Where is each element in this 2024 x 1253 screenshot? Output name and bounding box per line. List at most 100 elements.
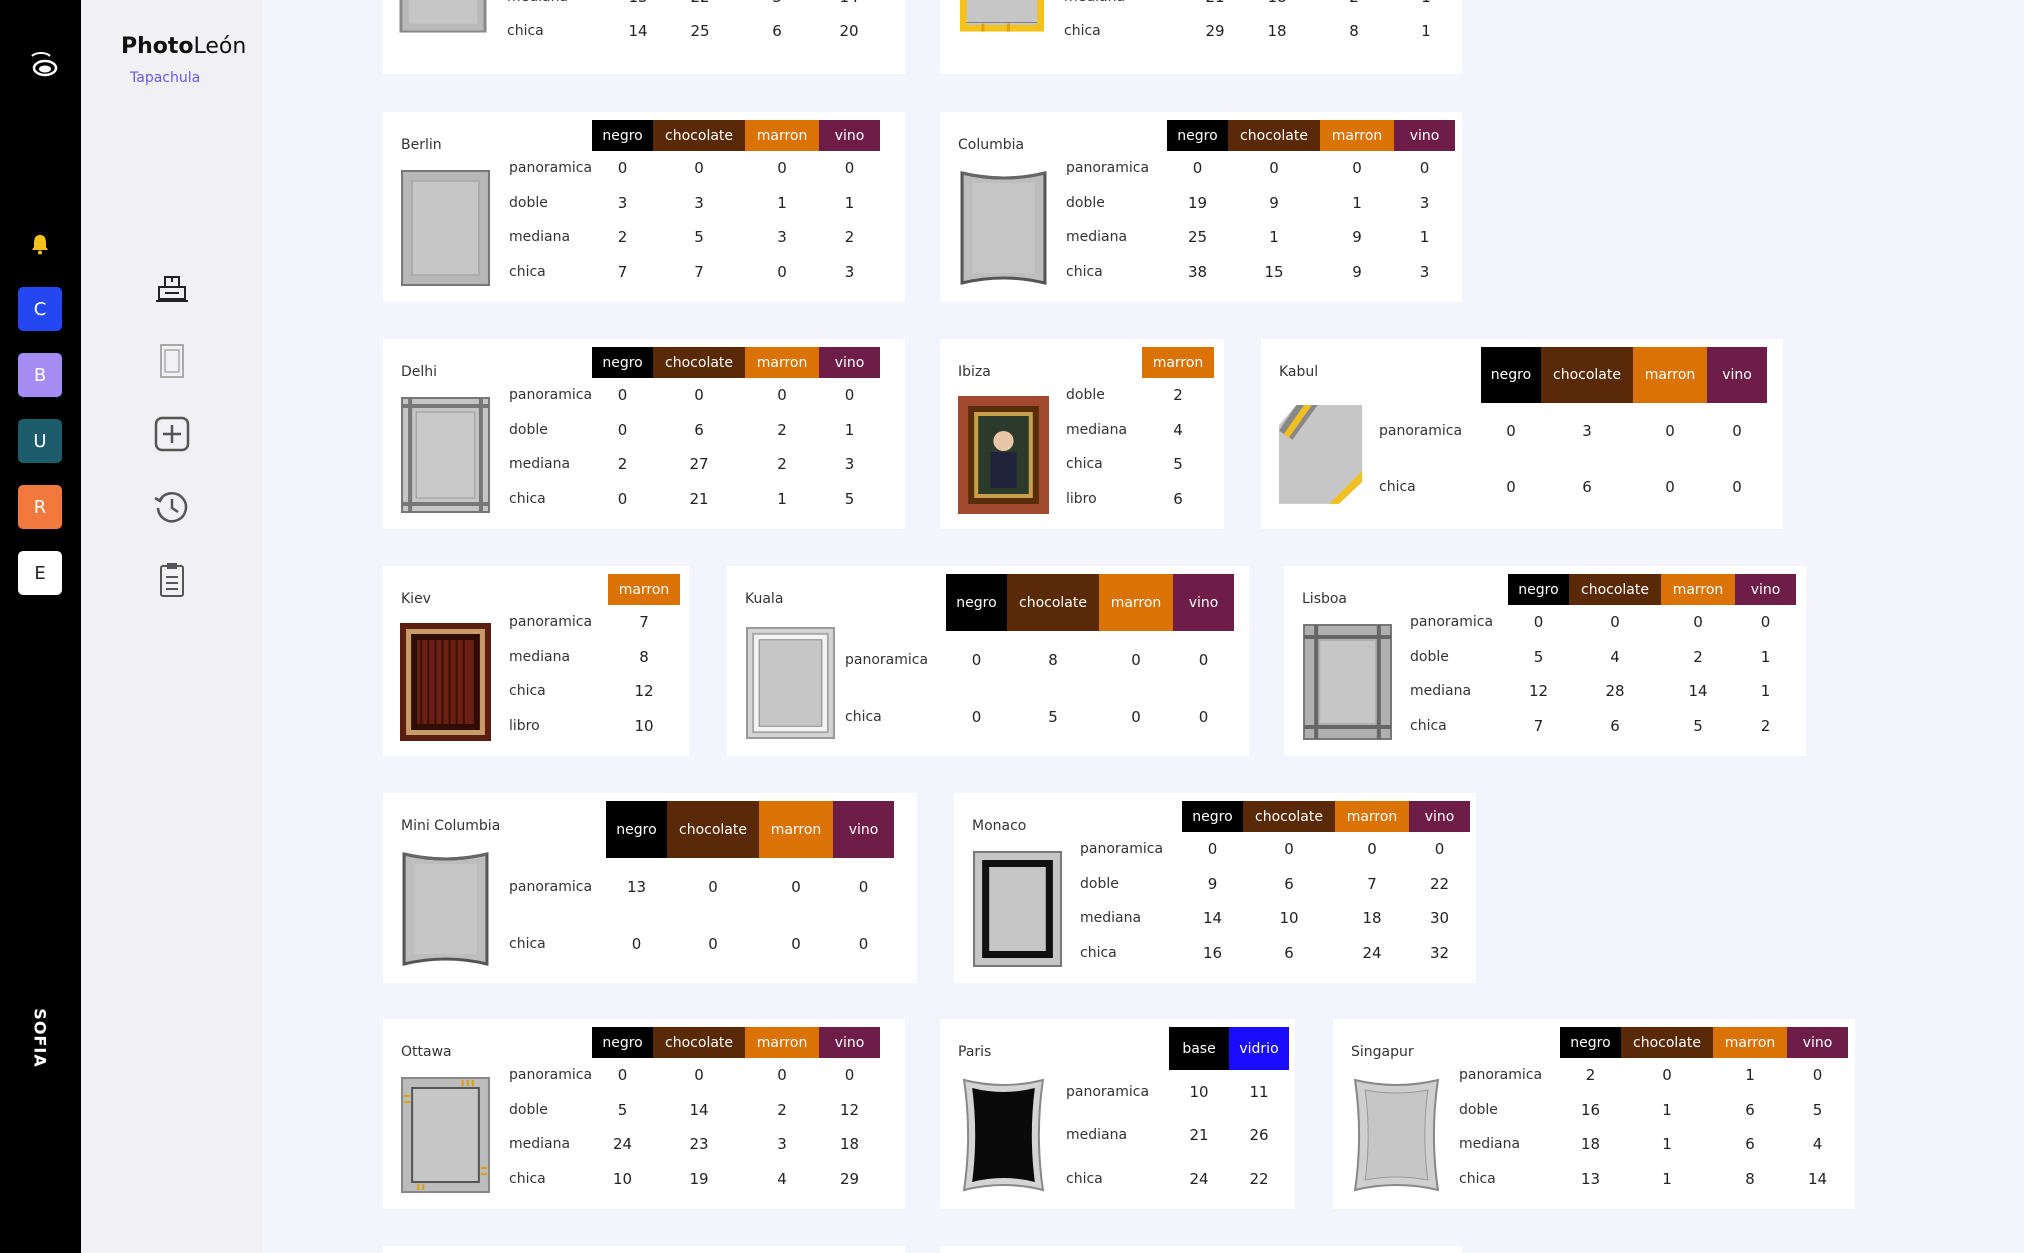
stock-count: 6 [1582,478,1592,496]
stock-count: 2 [777,1100,787,1119]
color-header-marron: marron [1335,801,1409,832]
brand-location: Tapachula [130,70,201,86]
table-row: panoramica 0 8 0 0 [845,631,1234,688]
stock-count: 10 [613,1169,633,1188]
stock-count: 22 [1429,874,1450,893]
stock-count: 8 [1745,1169,1755,1188]
size-label: panoramica [1066,1083,1150,1100]
stock-count: 7 [617,262,628,281]
frame-thumbnail[interactable] [1351,1076,1442,1194]
frame-thumbnail[interactable] [400,169,491,287]
frame-thumbnail[interactable] [958,396,1049,514]
stock-count: 0 [1269,159,1279,178]
table-row: chica 12 [509,674,680,709]
frame-thumbnail[interactable] [1279,405,1366,513]
stock-table: marron doble 2 mediana 4 chica 5 libro 6 [1066,347,1214,516]
user-avatar-c[interactable]: C [18,287,62,331]
user-avatar-u[interactable]: U [18,419,62,463]
table-row: chica 16 6 24 32 [1080,936,1470,971]
stock-count: 6 [1610,716,1620,735]
frame-icon[interactable] [151,340,193,382]
brand-name: PhotoLeón [121,34,247,59]
stock-count: 27 [689,455,709,474]
color-header-chocolate: chocolate [1621,1027,1713,1058]
table-row: mediana 4 [1066,413,1214,448]
frame-thumbnail[interactable] [958,0,1046,58]
color-header-vino: vino [819,1027,881,1058]
add-icon[interactable] [151,413,193,455]
table-row: chica 38 15 9 3 [1066,255,1455,290]
frame-thumbnail[interactable] [1302,623,1393,741]
user-avatar-b[interactable]: B [18,353,62,397]
stock-table: base vidrio panoramica 10 11 mediana 21 26 chica… [1066,1027,1289,1201]
frame-card: Kuala negro chocolate marron vino panoramica 0… [727,566,1249,756]
size-label: chica [509,683,546,700]
user-avatar-r[interactable]: R [18,485,62,529]
history-icon[interactable] [151,486,193,528]
color-header-marron: marron [1633,347,1707,403]
frame-name: Berlin [401,137,442,153]
color-header-chocolate: chocolate [1007,574,1099,631]
bell-icon[interactable] [30,233,50,255]
size-label: mediana [1064,0,1184,14]
stock-count: 3 [844,262,855,281]
stock-count: 0 [858,877,869,896]
frame-thumbnail[interactable] [745,626,836,742]
frame-thumbnail[interactable] [400,850,491,968]
inventory-icon[interactable] [151,267,193,309]
color-header-marron: marron [1320,120,1394,151]
stock-count: 13 [1580,1169,1601,1188]
frame-name: Ibiza [958,364,991,380]
color-header-negro: negro [592,347,654,378]
stock-count: 19 [1187,193,1208,212]
frame-card: Delhi negro chocolate marron vino panoramica 0… [383,339,905,529]
size-label: mediana [509,456,571,473]
size-label: doble [1410,648,1449,665]
user-avatar-e[interactable]: E [18,551,62,595]
frame-thumbnail[interactable] [958,1076,1049,1194]
table-row: chica 0 6 0 0 [1379,459,1767,515]
size-label: chica [509,1170,546,1187]
stock-count: 0 [694,386,704,405]
stock-count: 2 [1173,386,1183,405]
color-header-negro: negro [606,801,667,858]
stock-count: 0 [1192,159,1203,178]
stock-count: 0 [1284,840,1294,859]
color-header-negro: negro [1481,347,1541,403]
frame-thumbnail[interactable] [958,169,1049,287]
stock-count: 29 [1205,22,1225,40]
stock-count: 16 [1202,943,1223,962]
frame-thumbnail[interactable] [399,0,487,58]
size-label: chica [1066,263,1103,280]
size-label: chica [509,263,546,280]
stock-count: 0 [617,159,628,178]
size-label: panoramica [509,1067,593,1084]
color-header-chocolate: chocolate [1569,574,1661,605]
stock-count: 12 [1528,682,1549,701]
frame-thumbnail[interactable] [972,850,1063,968]
size-label: chica [1459,1170,1496,1187]
frame-thumbnail[interactable] [400,623,491,741]
sofia-assistant-button[interactable]: SOFIA [25,1008,55,1067]
frame-name: Singapur [1351,1044,1414,1060]
frame-card: Mini Columbia negro chocolate marron vino pan… [383,793,917,983]
stock-count: 0 [694,1066,704,1085]
color-header-vino: vino [1787,1027,1848,1058]
stock-count: 0 [1760,613,1771,632]
stock-count: 9 [1352,228,1362,247]
logo-swirl-icon[interactable] [28,50,58,78]
list-icon[interactable] [151,559,193,601]
frame-thumbnail[interactable] [400,1076,491,1194]
frame-thumbnail[interactable] [400,396,491,514]
stock-count: 0 [617,420,628,439]
stock-count: 22 [669,0,731,14]
frame-card [383,1246,905,1253]
color-header-chocolate: chocolate [653,1027,746,1058]
stock-count: 0 [1198,707,1209,726]
stock-count: 3 [694,193,704,212]
stock-count: 1 [1662,1135,1672,1154]
stock-count: 0 [1434,840,1445,859]
table-row: panoramica 0 3 0 0 [1379,403,1767,459]
stock-count: 2 [617,455,628,474]
table-row: libro 6 [1066,482,1214,517]
